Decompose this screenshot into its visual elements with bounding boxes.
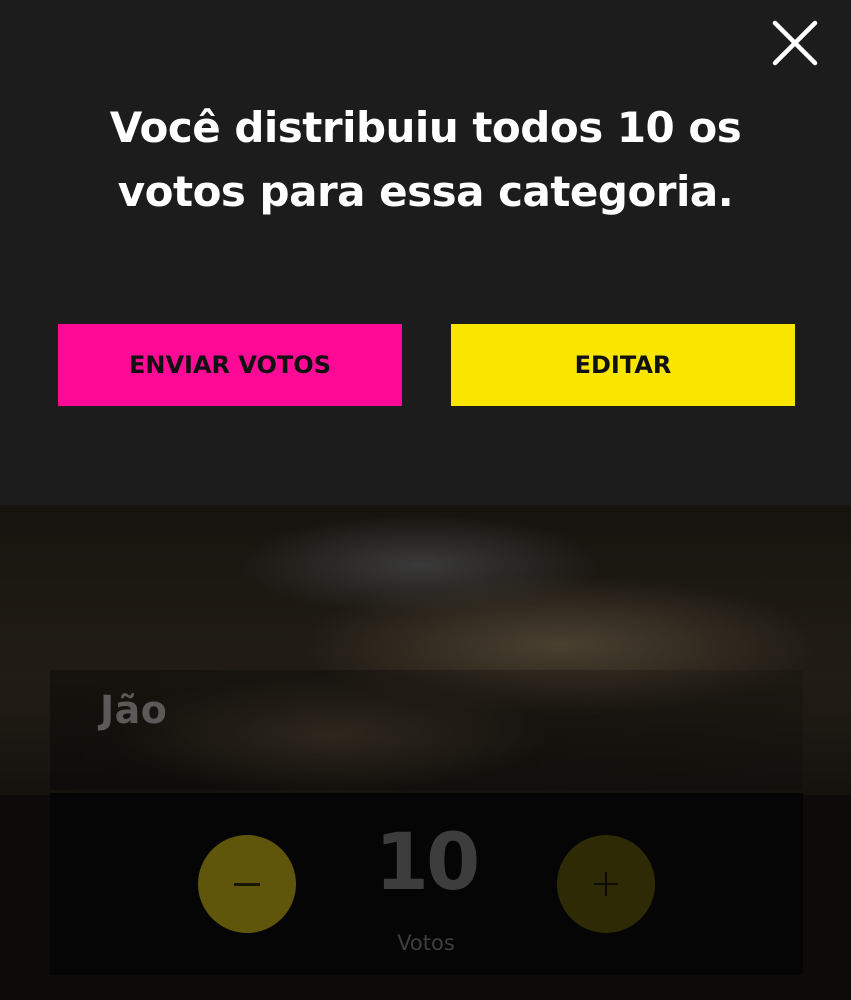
minus-icon [234, 882, 260, 886]
votes-distributed-modal: Você distribuiu todos 10 os votos para e… [0, 0, 851, 505]
modal-message-line-2: votos para essa categoria. [117, 167, 734, 216]
plus-icon [594, 872, 618, 896]
vote-count: 10 [374, 818, 481, 908]
decrement-vote-button[interactable] [198, 835, 296, 933]
artist-name: Jão [100, 688, 168, 732]
close-icon [772, 20, 818, 66]
votes-label: Votos [397, 931, 455, 955]
vote-panel: 10 Votos [50, 793, 803, 975]
send-votes-button[interactable]: ENVIAR VOTOS [58, 324, 402, 406]
close-button[interactable] [770, 18, 820, 68]
edit-button[interactable]: EDITAR [451, 324, 795, 406]
modal-message-line-1: Você distribuiu todos 10 os [109, 103, 742, 152]
increment-vote-button[interactable] [557, 835, 655, 933]
modal-message: Você distribuiu todos 10 os votos para e… [40, 96, 811, 224]
artist-vote-card: Jão 10 Votos [50, 505, 803, 975]
